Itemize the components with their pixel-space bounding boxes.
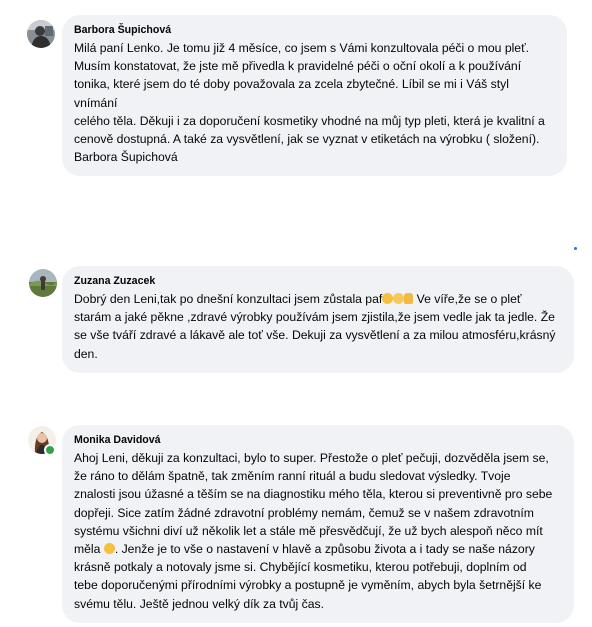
comment-bubble: Zuzana Zuzacek Dobrý den Leni,tak po dne…: [62, 266, 574, 373]
comment-text: Dobrý den Leni,tak po dnešní konzultaci …: [74, 290, 562, 363]
thumbs-up-icon: [404, 293, 414, 304]
relieved-face-icon: [393, 293, 405, 304]
comment-author[interactable]: Zuzana Zuzacek: [74, 274, 562, 288]
online-status-indicator: [44, 444, 56, 456]
comment-text-part: Dobrý den Leni,tak po dnešní konzultaci …: [74, 292, 383, 306]
comment-author[interactable]: Monika Davidová: [74, 433, 562, 447]
accent-dot: [574, 247, 577, 250]
comment-text: Milá paní Lenko. Je tomu již 4 měsíce, c…: [74, 41, 545, 165]
smiling-face-icon: [103, 543, 115, 555]
comment-bubble: Monika Davidová Ahoj Leni, děkuji za kon…: [62, 425, 574, 623]
comment-bubble: Barbora Šupichová Milá paní Lenko. Je to…: [62, 15, 567, 177]
avatar[interactable]: [27, 20, 55, 48]
face-with-hand-over-mouth-icon: [382, 293, 394, 304]
person-landscape-photo-icon: [29, 269, 57, 297]
comment-text-part: Ahoj Leni, děkuji za konzultaci, bylo to…: [74, 451, 553, 557]
comment-author[interactable]: Barbora Šupichová: [74, 23, 555, 37]
avatar[interactable]: [29, 269, 57, 297]
comment-text-part: . Jenže je to vše o nastavení v hlavě a …: [74, 542, 542, 611]
person-photo-icon: [27, 20, 55, 48]
comment-text: Ahoj Leni, děkuji za konzultaci, bylo to…: [74, 449, 562, 613]
